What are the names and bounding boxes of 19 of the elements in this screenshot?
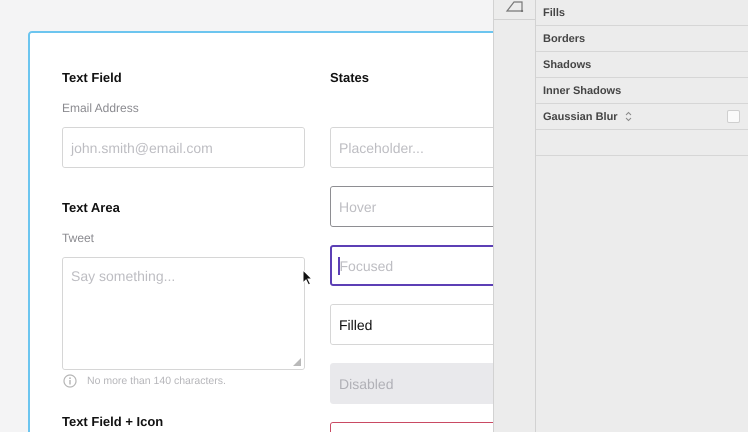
section-title[interactable]: Borders (543, 32, 586, 44)
section-heading: Text Field + Icon (62, 414, 164, 430)
checkbox[interactable] (727, 110, 740, 123)
resize-grip-icon[interactable] (293, 358, 301, 366)
section-title[interactable]: Shadows (543, 58, 592, 70)
cursor-icon (302, 269, 313, 286)
info-icon (63, 374, 77, 388)
section-title[interactable]: Fills (543, 6, 566, 18)
section-title[interactable]: Inner Shadows (543, 84, 622, 96)
section-heading: States (330, 70, 370, 86)
hint-text: No more than 140 characters. (87, 374, 226, 388)
section-title[interactable]: Gaussian Blur (543, 110, 618, 122)
section-heading: Text Field (62, 70, 123, 86)
text-caret (338, 256, 340, 274)
section-heading: Text Area (62, 200, 121, 216)
field-label: Email Address (62, 100, 140, 116)
stepper-icon[interactable] (624, 111, 632, 122)
field-label: Tweet (62, 230, 96, 246)
pen-icon[interactable] (504, 0, 524, 12)
